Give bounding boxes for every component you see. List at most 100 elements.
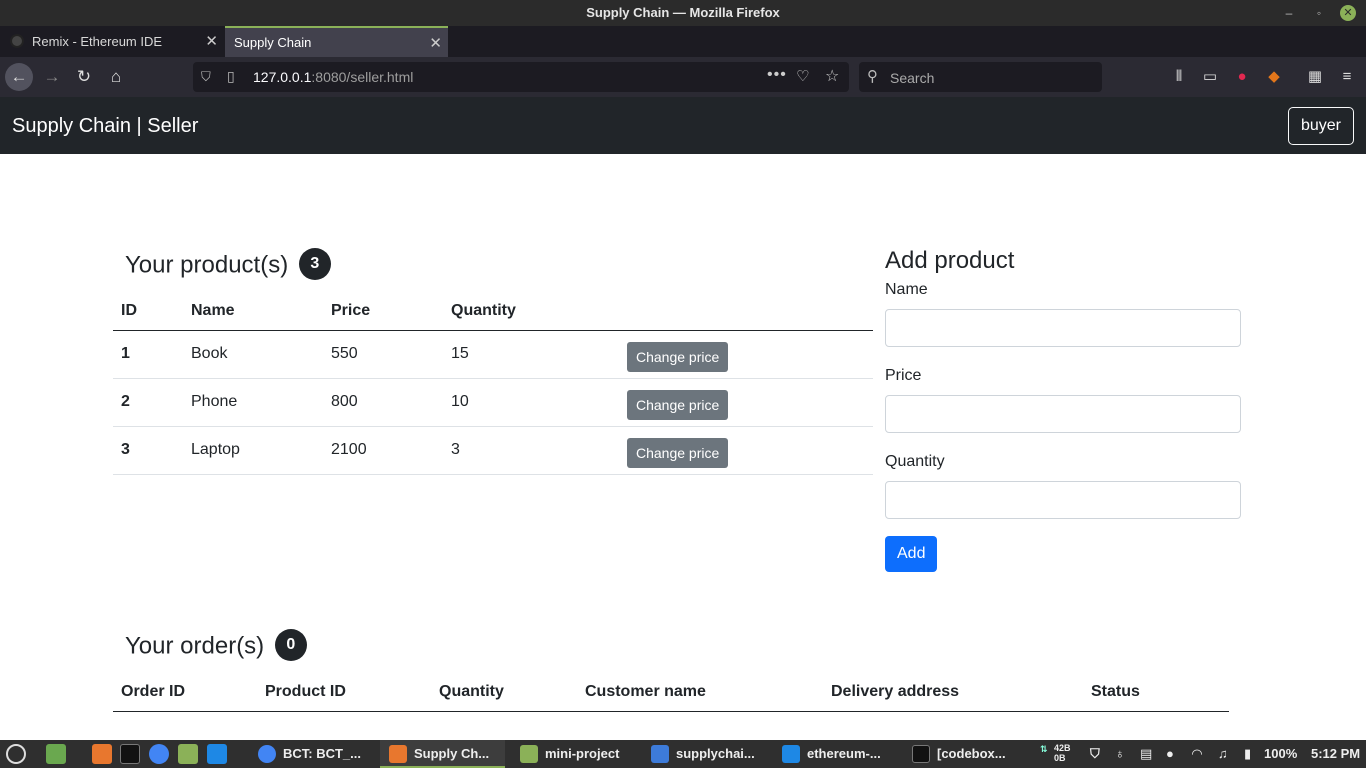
clipboard-icon[interactable]: ▤ [1140, 746, 1152, 762]
close-tab-icon[interactable]: ✕ [205, 32, 218, 50]
shield-icon[interactable]: ⛉ [1090, 746, 1100, 762]
terminal-launcher-icon[interactable] [120, 744, 140, 764]
search-bar[interactable]: ⚲ Search [859, 62, 1102, 92]
close-tab-icon[interactable]: ✕ [429, 34, 442, 52]
product-actions: Change price [619, 426, 873, 475]
home-icon[interactable]: ⌂ [102, 63, 130, 91]
user-icon[interactable]: ● [1166, 746, 1174, 761]
tab-remix[interactable]: Remix - Ethereum IDE ✕ [0, 26, 224, 57]
table-row: 1 Book 550 15 Change price [113, 330, 873, 379]
url-path: :8080/seller.html [311, 69, 414, 85]
task-files[interactable]: mini-project [520, 740, 640, 768]
product-quantity: 10 [443, 378, 619, 427]
task-label: Supply Ch... [414, 746, 490, 761]
wifi-icon[interactable]: ◠ [1192, 746, 1202, 762]
close-window-icon[interactable]: ✕ [1340, 5, 1356, 21]
page-actions-icon[interactable]: ••• [767, 66, 787, 84]
task-terminal[interactable]: [codebox... [912, 740, 1032, 768]
buyer-button[interactable]: buyer [1288, 107, 1354, 145]
text-editor-icon [651, 745, 669, 763]
name-label: Name [885, 281, 928, 298]
table-header-row: ID Name Price Quantity [113, 292, 873, 331]
app-brand[interactable]: Supply Chain | Seller [12, 115, 198, 138]
tab-supply-chain[interactable]: Supply Chain ✕ [225, 26, 448, 57]
task-editor[interactable]: supplychai... [651, 740, 771, 768]
task-label: [codebox... [937, 746, 1006, 761]
column-header: Status [1083, 673, 1229, 712]
products-table: ID Name Price Quantity 1 Book 550 15 Cha… [113, 292, 873, 475]
window-titlebar: Supply Chain — Mozilla Firefox ‒ ◦ ✕ [0, 0, 1366, 26]
app-navbar: Supply Chain | Seller buyer [0, 97, 1366, 154]
name-input[interactable] [885, 309, 1241, 347]
forward-icon[interactable]: → [38, 63, 66, 91]
url-text[interactable]: 127.0.0.1:8080/seller.html [253, 69, 413, 85]
firefox-icon [389, 745, 407, 763]
metamask-icon[interactable]: ◆ [1264, 67, 1284, 87]
price-label: Price [885, 367, 922, 384]
task-firefox[interactable]: Supply Ch... [380, 740, 505, 768]
task-label: BCT: BCT_... [283, 746, 361, 761]
remix-favicon-icon [10, 34, 24, 48]
pocket-icon[interactable]: ♡ [796, 67, 809, 85]
product-name: Book [183, 330, 323, 379]
vscode-icon [782, 745, 800, 763]
search-icon: ⚲ [867, 68, 878, 85]
browser-toolbar: ← → ↻ ⌂ ⛉ ▯ 127.0.0.1:8080/seller.html •… [0, 57, 1366, 97]
mint-menu-icon[interactable] [6, 744, 26, 764]
column-header: Quantity [431, 673, 577, 712]
url-bar[interactable]: ⛉ ▯ 127.0.0.1:8080/seller.html ••• ♡ ☆ [193, 62, 849, 92]
sound-icon[interactable]: ♫ [1218, 746, 1228, 761]
folder-icon [520, 745, 538, 763]
search-placeholder: Search [890, 70, 935, 86]
price-input[interactable] [885, 395, 1241, 433]
taskbar: BCT: BCT_... Supply Ch... mini-project s… [0, 740, 1366, 768]
sidebar-icon[interactable]: ▭ [1200, 67, 1220, 87]
column-header: ID [113, 292, 183, 331]
orders-count-badge: 0 [274, 629, 307, 661]
show-desktop-icon[interactable] [46, 744, 66, 764]
extension-lock-icon[interactable]: ● [1232, 67, 1252, 87]
menu-icon[interactable]: ≡ [1337, 67, 1357, 87]
product-price: 2100 [323, 426, 443, 475]
minimize-icon[interactable]: ‒ [1280, 4, 1298, 22]
add-button[interactable]: Add [885, 536, 938, 572]
page-info-icon[interactable]: ▯ [227, 68, 235, 85]
chrome-launcher-icon[interactable] [149, 744, 169, 764]
product-id: 2 [113, 378, 183, 427]
task-chrome[interactable]: BCT: BCT_... [258, 740, 376, 768]
files-launcher-icon[interactable] [178, 744, 198, 764]
battery-icon[interactable]: ▮ [1244, 746, 1251, 762]
redshift-icon[interactable]: ♁ [1115, 746, 1125, 761]
orders-title: Your order(s) [125, 632, 265, 660]
column-header: Product ID [257, 673, 431, 712]
task-label: supplychai... [676, 746, 755, 761]
extensions-icon[interactable]: ▦ [1305, 67, 1325, 87]
back-icon[interactable]: ← [5, 63, 33, 91]
change-price-button[interactable]: Change price [627, 342, 729, 372]
product-name: Phone [183, 378, 323, 427]
change-price-button[interactable]: Change price [627, 438, 729, 468]
url-host: 127.0.0.1 [253, 69, 312, 85]
bookmark-star-icon[interactable]: ☆ [825, 66, 839, 86]
tab-label: Supply Chain [234, 35, 312, 50]
quantity-input[interactable] [885, 481, 1241, 519]
chrome-icon [258, 745, 276, 763]
change-price-button[interactable]: Change price [627, 390, 729, 420]
tracking-shield-icon[interactable]: ⛉ [201, 69, 211, 85]
clock[interactable]: 5:12 PM [1311, 746, 1360, 761]
maximize-icon[interactable]: ◦ [1310, 4, 1328, 22]
table-header-row: Order ID Product ID Quantity Customer na… [113, 673, 1229, 712]
library-icon[interactable]: ⫴ [1169, 67, 1189, 87]
tab-strip: Remix - Ethereum IDE ✕ Supply Chain ✕ + [0, 26, 1366, 76]
reload-icon[interactable]: ↻ [70, 63, 98, 91]
column-header: Customer name [577, 673, 823, 712]
task-vscode[interactable]: ethereum-... [782, 740, 902, 768]
orders-table: Order ID Product ID Quantity Customer na… [113, 673, 1229, 712]
tab-label: Remix - Ethereum IDE [32, 34, 163, 49]
products-heading: Your product(s) 3 [125, 248, 331, 282]
net-down: 0B [1054, 753, 1066, 763]
firefox-launcher-icon[interactable] [92, 744, 112, 764]
task-label: mini-project [545, 746, 620, 761]
vscode-launcher-icon[interactable] [207, 744, 227, 764]
product-actions: Change price [619, 378, 873, 427]
